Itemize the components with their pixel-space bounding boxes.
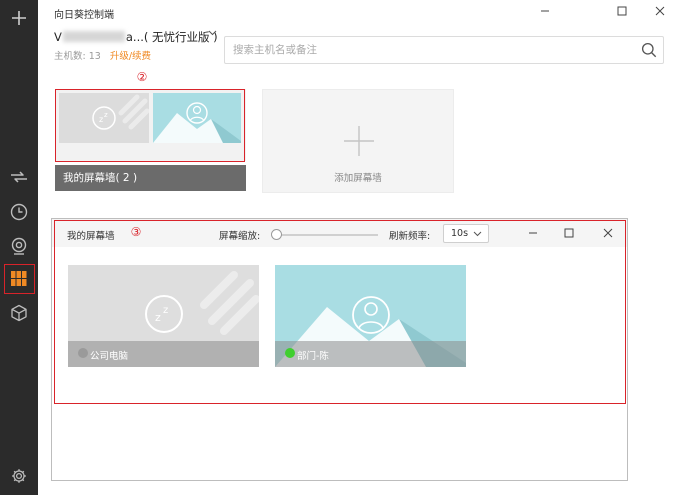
upgrade-link[interactable]: 升级/续费: [110, 51, 151, 62]
gear-icon: [12, 469, 26, 483]
sidebar-item-remote[interactable]: [0, 161, 38, 193]
account-dropdown-caret[interactable]: [208, 29, 217, 39]
account-name-suffix: a...( 无忧行业版 ): [125, 30, 218, 44]
sidebar-item-plugins[interactable]: [0, 297, 38, 329]
new-connection-button[interactable]: [0, 2, 38, 34]
search-box: [224, 36, 664, 64]
camera-icon: [11, 237, 27, 255]
annotation-marker-2: ②: [136, 70, 148, 84]
host-count: 主机数: 13 升级/续费: [54, 48, 151, 62]
host-count-value: 13: [88, 51, 101, 62]
maximize-icon: [617, 6, 627, 16]
search-input[interactable]: [233, 42, 623, 58]
sidebar-item-history[interactable]: [0, 196, 38, 228]
cube-icon: [11, 304, 27, 322]
minimize-icon: [541, 10, 549, 12]
sidebar-item-camera[interactable]: [0, 230, 38, 262]
minimize-button[interactable]: [535, 3, 555, 19]
search-icon[interactable]: [641, 42, 657, 58]
plus-icon: [344, 126, 374, 156]
screen-wall-highlight-box: [4, 264, 35, 294]
maximize-button[interactable]: [612, 3, 632, 19]
window-title: 向日葵控制端: [54, 10, 114, 21]
host-count-label: 主机数:: [54, 51, 86, 62]
account-name-prefix: V: [54, 30, 62, 44]
clock-icon: [10, 203, 28, 221]
main-panel: 向日葵控制端 Va...( 无忧行业版 ) 主机数: 13 升级/续费 ② z …: [38, 0, 680, 495]
add-screen-wall-button[interactable]: 添加屏幕墙: [262, 89, 454, 193]
settings-button[interactable]: [0, 460, 38, 492]
screen-wall-label: 我的屏幕墙( 2 ): [55, 165, 246, 191]
close-button[interactable]: [650, 3, 670, 19]
sidebar: [0, 0, 38, 495]
close-icon: [655, 6, 665, 16]
account-name[interactable]: Va...( 无忧行业版 ): [54, 29, 218, 45]
add-screen-wall-label: 添加屏幕墙: [334, 173, 382, 184]
chevron-down-icon: [208, 30, 217, 36]
account-name-redacted: [62, 31, 125, 42]
wall-window-highlight-box: [54, 220, 626, 404]
plus-icon: [12, 11, 26, 25]
remote-transfer-icon: [11, 171, 27, 183]
wall-highlight-box: [55, 89, 245, 162]
